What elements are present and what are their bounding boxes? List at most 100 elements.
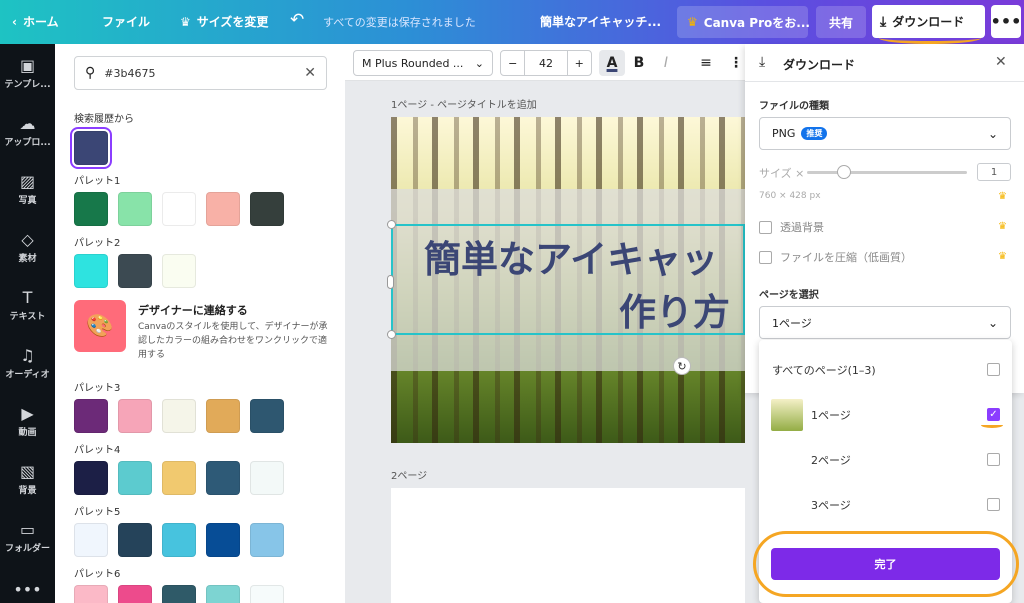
color-swatch[interactable] xyxy=(162,461,196,495)
nav-text[interactable]: T テキスト xyxy=(0,288,55,322)
palette-label: パレット1 xyxy=(74,176,121,187)
nav-background[interactable]: ▧ 背景 xyxy=(0,462,55,496)
color-swatch[interactable] xyxy=(74,254,108,288)
page-select[interactable]: 1ページ ⌄ xyxy=(759,306,1011,339)
page-2-label[interactable]: 2ページ xyxy=(391,467,427,482)
size-label: サイズ × xyxy=(759,167,805,180)
page-option-3[interactable]: 3ページ xyxy=(759,485,1012,525)
checkbox[interactable] xyxy=(759,220,772,234)
checkbox-checked[interactable]: ✓ xyxy=(987,408,1000,421)
page-option-all[interactable]: すべてのページ(1–3) xyxy=(759,350,1012,390)
color-swatch[interactable] xyxy=(206,585,240,603)
more-options-button[interactable]: ⋮ xyxy=(729,50,743,76)
color-swatch[interactable] xyxy=(74,523,108,557)
increase-size-button[interactable]: + xyxy=(568,51,591,75)
search-value[interactable]: #3b4675 xyxy=(104,67,295,80)
color-swatch[interactable] xyxy=(118,192,152,226)
nav-templates[interactable]: ▣ テンプレ... xyxy=(0,56,55,90)
nav-elements[interactable]: ◇ 素材 xyxy=(0,230,55,264)
close-icon[interactable]: ✕ xyxy=(304,65,316,81)
color-swatch[interactable] xyxy=(250,523,284,557)
compress-option[interactable]: ファイルを圧縮（低画質） xyxy=(759,249,912,265)
color-swatch[interactable] xyxy=(74,585,108,603)
checkbox[interactable] xyxy=(759,250,772,264)
page-option-2[interactable]: 2ページ xyxy=(759,440,1012,480)
color-swatch[interactable] xyxy=(162,254,196,288)
page-1-label[interactable]: 1ページ - ページタイトルを追加 xyxy=(391,96,537,111)
text-color-button[interactable]: A xyxy=(599,50,625,76)
crown-icon: ♛ xyxy=(998,251,1007,262)
nav-video[interactable]: ▶ 動画 xyxy=(0,404,55,438)
resize-button[interactable]: ♛ サイズを変更 xyxy=(180,13,268,30)
rotate-icon[interactable]: ↻ xyxy=(673,357,691,375)
contact-designer-card[interactable]: 🎨 デザイナーに連絡する Canvaのスタイルを使用して、デザイナーが承認したカ… xyxy=(74,300,334,368)
nav-uploads[interactable]: ☁ アップロ... xyxy=(0,114,55,148)
size-slider-knob[interactable] xyxy=(837,165,851,179)
checkbox[interactable] xyxy=(987,363,1000,376)
nav-photos[interactable]: ▨ 写真 xyxy=(0,172,55,206)
size-input[interactable]: 1 xyxy=(977,163,1011,181)
italic-button[interactable]: I xyxy=(653,50,679,76)
color-swatch[interactable] xyxy=(118,254,152,288)
nav-folder[interactable]: ▭ フォルダー xyxy=(0,520,55,554)
palette-label: パレット6 xyxy=(74,569,121,580)
resize-handle[interactable] xyxy=(387,220,396,229)
color-swatch[interactable] xyxy=(250,192,284,226)
font-family-select[interactable]: M Plus Rounded ... ⌄ xyxy=(353,50,493,76)
palette-label: パレット4 xyxy=(74,445,121,456)
annotation-underline xyxy=(879,32,981,44)
color-swatch[interactable] xyxy=(118,585,152,603)
decrease-size-button[interactable]: − xyxy=(501,51,524,75)
color-swatch[interactable] xyxy=(74,192,108,226)
palette-label: パレット5 xyxy=(74,507,121,518)
color-swatch[interactable] xyxy=(74,399,108,433)
palette-label: パレット3 xyxy=(74,383,121,394)
color-swatch[interactable] xyxy=(70,127,112,169)
file-menu[interactable]: ファイル xyxy=(102,13,150,30)
share-button[interactable]: 共有 xyxy=(816,6,866,38)
color-swatch[interactable] xyxy=(206,523,240,557)
align-button[interactable]: ≡ xyxy=(693,50,719,76)
color-swatch[interactable] xyxy=(118,523,152,557)
color-swatch[interactable] xyxy=(162,399,196,433)
document-title[interactable]: 簡単なアイキャッチ... xyxy=(540,13,661,30)
transparent-bg-option[interactable]: 透過背景 xyxy=(759,219,824,235)
nav-more[interactable]: ••• xyxy=(0,580,55,601)
color-swatch[interactable] xyxy=(250,399,284,433)
selection-box xyxy=(391,224,745,335)
color-swatch[interactable] xyxy=(206,461,240,495)
save-status: すべての変更は保存されました xyxy=(323,16,476,29)
size-slider-track[interactable] xyxy=(807,171,967,174)
elements-icon: ◇ xyxy=(21,230,34,249)
checkbox[interactable] xyxy=(987,498,1000,511)
color-search-input[interactable]: ⚲ #3b4675 ✕ xyxy=(74,56,327,90)
color-swatch[interactable] xyxy=(162,523,196,557)
color-swatch[interactable] xyxy=(74,461,108,495)
color-swatch[interactable] xyxy=(162,585,196,603)
bold-button[interactable]: B xyxy=(626,50,652,76)
color-swatch[interactable] xyxy=(250,461,284,495)
font-size-input[interactable]: 42 xyxy=(524,51,568,75)
canva-pro-button[interactable]: ♛ Canva Proをお... xyxy=(677,6,810,38)
file-type-select[interactable]: PNG 推奨 ⌄ xyxy=(759,117,1011,150)
undo-icon[interactable]: ↶ xyxy=(290,10,304,30)
resize-handle[interactable] xyxy=(387,275,394,289)
page-option-1[interactable]: 1ページ ✓ xyxy=(759,395,1012,435)
color-swatch[interactable] xyxy=(118,461,152,495)
resize-handle[interactable] xyxy=(387,330,396,339)
nav-audio[interactable]: ♫ オーディオ xyxy=(0,346,55,380)
color-swatch[interactable] xyxy=(118,399,152,433)
page-thumbnail xyxy=(771,399,803,431)
more-menu-button[interactable]: ••• xyxy=(991,5,1021,38)
page-1-canvas[interactable]: 簡単なアイキャッ 作り方 xyxy=(391,117,745,443)
page-2-canvas[interactable] xyxy=(391,488,745,603)
designer-description: Canvaのスタイルを使用して、デザイナーが承認したカラーの組み合わせをワンクリ… xyxy=(138,322,328,360)
color-swatch[interactable] xyxy=(206,192,240,226)
home-button[interactable]: ‹ ホーム xyxy=(12,13,59,30)
color-swatch[interactable] xyxy=(250,585,284,603)
checkbox[interactable] xyxy=(987,453,1000,466)
color-swatch[interactable] xyxy=(162,192,196,226)
color-swatch[interactable] xyxy=(206,399,240,433)
more-icon: ••• xyxy=(13,580,42,599)
close-icon[interactable]: ✕ xyxy=(995,54,1007,70)
